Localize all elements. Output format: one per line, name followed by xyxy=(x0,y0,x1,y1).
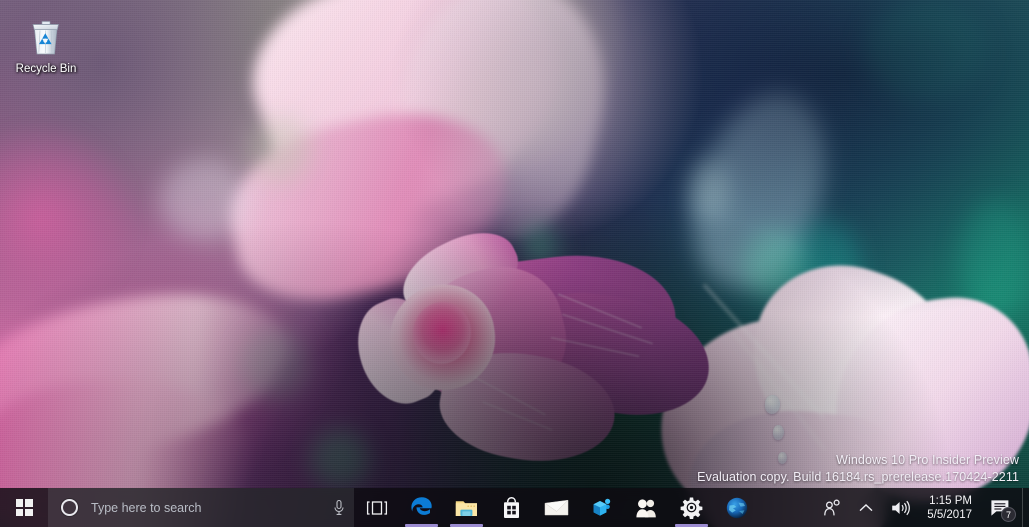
edge-icon xyxy=(411,497,432,515)
show-desktop-button[interactable] xyxy=(1022,488,1029,527)
settings-gear-icon xyxy=(680,497,703,519)
task-view-button[interactable] xyxy=(354,488,399,527)
action-center-button[interactable]: 7 xyxy=(983,488,1022,527)
watermark-line-2: Evaluation copy. Build 16184.rs_prerelea… xyxy=(697,470,1019,484)
file-explorer-icon xyxy=(455,500,477,516)
clock-time: 1:15 PM xyxy=(929,494,972,507)
taskbar-item-settings[interactable] xyxy=(669,488,714,527)
microphone-icon[interactable] xyxy=(332,499,346,517)
taskbar-item-file-explorer[interactable] xyxy=(444,488,489,527)
taskbar-item-paint-3d[interactable] xyxy=(579,488,624,527)
taskbar-item-store[interactable] xyxy=(489,488,534,527)
watermark-line-1: Windows 10 Pro Insider Preview xyxy=(836,453,1019,467)
wallpaper-grain xyxy=(0,0,1029,527)
search-input[interactable]: Type here to search xyxy=(48,488,354,527)
store-icon xyxy=(504,496,519,518)
blue-globe-icon xyxy=(726,497,747,518)
taskbar-pinned-apps xyxy=(399,488,759,527)
windows-activation-watermark: Windows 10 Pro Insider Preview Evaluatio… xyxy=(697,452,1019,486)
person-add-icon xyxy=(824,499,840,515)
taskbar-item-edge[interactable] xyxy=(399,488,444,527)
cortana-circle-icon xyxy=(61,499,78,516)
desktop-icon-recycle-bin[interactable]: Recycle Bin xyxy=(8,14,84,76)
speaker-icon xyxy=(892,500,911,515)
search-placeholder-text: Type here to search xyxy=(91,500,202,515)
taskbar-item-people[interactable] xyxy=(624,488,669,527)
taskbar-clock[interactable]: 1:15 PM 5/5/2017 xyxy=(919,488,983,527)
system-tray: 1:15 PM 5/5/2017 7 xyxy=(814,488,1029,527)
taskbar-item-mail[interactable] xyxy=(534,488,579,527)
chevron-up-icon xyxy=(859,503,873,511)
action-center-badge: 7 xyxy=(1001,507,1016,522)
taskbar-item-globe[interactable] xyxy=(714,488,759,527)
mail-icon xyxy=(544,499,569,515)
task-view-icon xyxy=(366,500,387,515)
people-icon xyxy=(635,498,656,517)
paint-3d-icon xyxy=(593,498,610,516)
desktop-screen: Recycle Bin Windows 10 Pro Insider Previ… xyxy=(0,0,1029,527)
desktop-wallpaper[interactable] xyxy=(0,0,1029,527)
volume-button[interactable] xyxy=(882,488,919,527)
show-hidden-icons-button[interactable] xyxy=(850,488,882,527)
taskbar: Type here to search 1:15 PM 5/5/2017 7 xyxy=(0,488,1029,527)
recycle-bin-icon xyxy=(23,14,69,60)
windows-logo-icon xyxy=(15,499,33,516)
clock-date: 5/5/2017 xyxy=(927,508,972,521)
desktop-icon-label: Recycle Bin xyxy=(15,63,77,75)
tray-people-button[interactable] xyxy=(814,488,850,527)
start-button[interactable] xyxy=(0,488,48,527)
